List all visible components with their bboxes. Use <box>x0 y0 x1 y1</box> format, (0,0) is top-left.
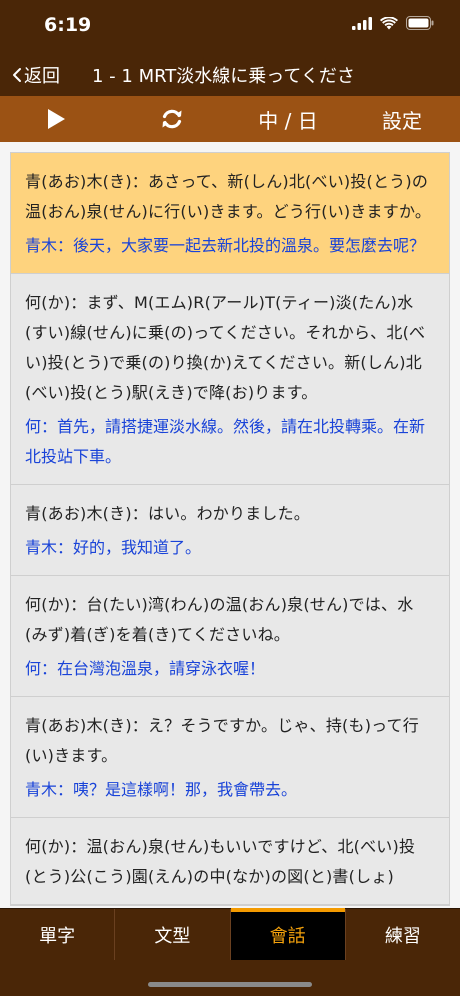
battery-icon <box>406 16 434 30</box>
tab-practice[interactable]: 練習 <box>346 909 460 960</box>
japanese-line: 何(か)：台(たい)湾(わん)の温(おん)泉(せん)では、水(みず)着(ぎ)を着… <box>25 595 414 644</box>
dialogue-list: 青(あお)木(き)：あさって、新(しん)北(べい)投(とう)の温(おん)泉(せん… <box>10 152 450 906</box>
chinese-translation: 何：在台灣泡溫泉，請穿泳衣喔！ <box>25 659 266 678</box>
play-icon <box>48 109 65 129</box>
tab-sentence-patterns[interactable]: 文型 <box>115 909 231 960</box>
play-button[interactable] <box>28 96 84 142</box>
dialogue-content[interactable]: 青(あお)木(き)：あさって、新(しん)北(べい)投(とう)の温(おん)泉(せん… <box>0 142 460 908</box>
japanese-line: 何(か)：まず、M(エム)R(アール)T(ティー)淡(たん)水(すい)線(せん)… <box>25 293 426 402</box>
page-title: 1 - 1 MRT淡水線に乗ってくださ <box>92 66 355 87</box>
status-bar: 6:19 <box>0 0 460 50</box>
signal-icon <box>352 16 372 30</box>
tab-vocabulary[interactable]: 單字 <box>0 909 116 960</box>
japanese-line: 青(あお)木(き)：あさって、新(しん)北(べい)投(とう)の温(おん)泉(せん… <box>25 172 432 221</box>
tab-conversation[interactable]: 會話 <box>230 908 346 960</box>
status-time: 6:19 <box>44 14 92 36</box>
chinese-translation: 青木：好的，我知道了。 <box>25 538 202 557</box>
repeat-button[interactable] <box>144 96 200 142</box>
chinese-translation: 青木：咦？是這樣啊！那，我會帶去。 <box>25 780 298 799</box>
wifi-icon <box>380 16 398 29</box>
bottom-safe-area <box>0 960 460 996</box>
tab-bar: 單字 文型 會話 練習 <box>0 908 460 960</box>
chinese-translation: 何：首先，請搭捷運淡水線。然後，請在北投轉乘。在新北投站下車。 <box>25 417 426 466</box>
navigation-bar: 返回 1 - 1 MRT淡水線に乗ってくださ <box>0 50 460 96</box>
dialogue-item[interactable]: 青(あお)木(き)：はい。わかりました。 青木：好的，我知道了。 <box>11 485 449 576</box>
dialogue-item[interactable]: 何(か)：まず、M(エム)R(アール)T(ティー)淡(たん)水(すい)線(せん)… <box>11 274 449 485</box>
toolbar: 中 / 日 設定 <box>0 96 460 142</box>
settings-button[interactable]: 設定 <box>370 96 434 142</box>
chevron-left-icon <box>13 68 21 82</box>
back-label: 返回 <box>24 66 60 87</box>
chinese-translation: 青木：後天，大家要一起去新北投的溫泉。要怎麼去呢？ <box>25 236 426 255</box>
status-icons <box>352 16 434 30</box>
japanese-line: 何(か)：温(おん)泉(せん)もいいですけど、北(べい)投(とう)公(こう)園(… <box>25 837 416 886</box>
refresh-icon <box>162 109 182 129</box>
japanese-line: 青(あお)木(き)：はい。わかりました。 <box>25 504 310 523</box>
dialogue-item[interactable]: 何(か)：台(たい)湾(わん)の温(おん)泉(せん)では、水(みず)着(ぎ)を着… <box>11 576 449 697</box>
japanese-line: 青(あお)木(き)：え？そうですか。じゃ、持(も)って行(い)きます。 <box>25 716 419 765</box>
dialogue-item[interactable]: 青(あお)木(き)：え？そうですか。じゃ、持(も)って行(い)きます。 青木：咦… <box>11 697 449 818</box>
dialogue-item[interactable]: 何(か)：温(おん)泉(せん)もいいですけど、北(べい)投(とう)公(こう)園(… <box>11 818 449 905</box>
language-toggle-button[interactable]: 中 / 日 <box>248 96 328 142</box>
dialogue-item[interactable]: 青(あお)木(き)：あさって、新(しん)北(べい)投(とう)の温(おん)泉(せん… <box>11 153 449 274</box>
home-indicator <box>148 982 312 987</box>
back-button[interactable]: 返回 <box>12 62 60 88</box>
